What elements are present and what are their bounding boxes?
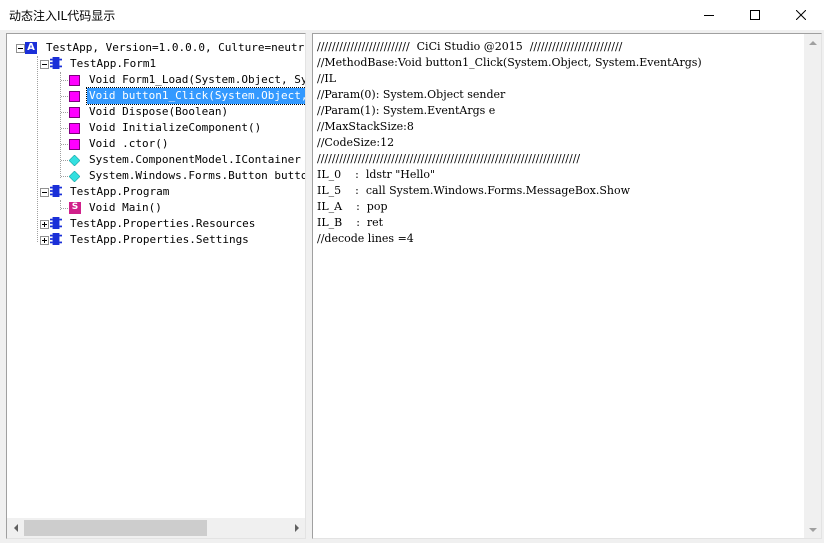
tree-node-label: TestApp, Version=1.0.0.0, Culture=neutra… [46, 41, 305, 54]
method-icon [69, 139, 80, 150]
chevron-right-icon [294, 524, 299, 532]
code-line: IL_A : pop [317, 200, 388, 213]
minimize-button[interactable] [686, 0, 732, 30]
tree-node-label: System.Windows.Forms.Button button1 [89, 169, 305, 182]
code-vertical-scrollbar[interactable] [804, 34, 821, 538]
tree-connector [61, 96, 68, 97]
method-icon [69, 75, 80, 86]
tree-horizontal-scrollbar[interactable] [7, 518, 305, 538]
tree-node-label: Void InitializeComponent() [89, 121, 262, 134]
expand-icon[interactable] [40, 220, 49, 229]
class-icon [50, 233, 62, 245]
tree-node-label: Void Dispose(Boolean) [89, 105, 229, 118]
type-tree-view[interactable]: A TestApp, Version=1.0.0.0, Culture=neutr… [6, 33, 306, 539]
field-icon [69, 155, 80, 166]
collapse-icon[interactable] [40, 188, 49, 197]
code-line: ///////////////////////// CiCi Studio @2… [317, 40, 623, 53]
tree-node-label: Void Form1_Load(System.Object, System. [89, 73, 305, 86]
tree-node[interactable]: Void button1_Click(System.Object, Sys [7, 87, 305, 105]
method-icon [69, 123, 80, 134]
scroll-thumb[interactable] [24, 520, 207, 536]
scroll-up-button[interactable] [804, 34, 821, 51]
tree-node-label: TestApp.Properties.Settings [70, 233, 249, 246]
tree-connector [61, 144, 68, 145]
tree-connector [61, 160, 68, 161]
code-line: //MaxStackSize:8 [317, 120, 414, 133]
class-icon [50, 185, 62, 197]
tree-node[interactable]: Void InitializeComponent() [7, 120, 305, 136]
tree-content: A TestApp, Version=1.0.0.0, Culture=neutr… [7, 34, 305, 518]
tree-node[interactable]: Void .ctor() [7, 136, 305, 152]
expand-icon[interactable] [40, 236, 49, 245]
tree-node-label: TestApp.Properties.Resources [70, 217, 256, 230]
close-button[interactable] [778, 0, 824, 30]
tree-connector [61, 176, 68, 177]
tree-node-label: Void .ctor() [89, 137, 169, 150]
tree-node[interactable]: System.ComponentModel.IContainer com [7, 152, 305, 168]
scroll-down-button[interactable] [804, 521, 821, 538]
tree-node[interactable]: TestApp.Program [7, 184, 305, 200]
tree-node[interactable]: TestApp.Properties.Resources [7, 216, 305, 232]
tree-connector [61, 80, 68, 81]
code-line: //MethodBase:Void button1_Click(System.O… [317, 56, 702, 69]
window-title: 动态注入IL代码显示 [9, 9, 116, 23]
method-icon [69, 91, 80, 102]
tree-node[interactable]: Void Dispose(Boolean) [7, 104, 305, 120]
collapse-icon[interactable] [40, 60, 49, 69]
il-code-text[interactable]: ///////////////////////// CiCi Studio @2… [317, 39, 801, 247]
scroll-right-button[interactable] [288, 518, 305, 538]
maximize-button[interactable] [732, 0, 778, 30]
class-icon [50, 57, 62, 69]
class-icon [50, 217, 62, 229]
tree-node-label: TestApp.Program [70, 185, 170, 198]
static-method-icon: S [69, 202, 81, 214]
code-line: //Param(0): System.Object sender [317, 88, 506, 101]
collapse-icon[interactable] [16, 44, 25, 53]
tree-node-label: System.ComponentModel.IContainer com [89, 153, 305, 166]
code-line: //IL [317, 72, 337, 85]
tree-connector [61, 112, 68, 113]
tree-connector [61, 128, 68, 129]
code-line: //decode lines =4 [317, 232, 414, 245]
code-line: ////////////////////////////////////////… [317, 152, 581, 165]
tree-node-label-selected: Void button1_Click(System.Object, Sys [85, 87, 305, 105]
tree-node[interactable]: System.Windows.Forms.Button button1 [7, 168, 305, 184]
close-icon [796, 10, 806, 20]
maximize-icon [750, 10, 760, 20]
client-area: A TestApp, Version=1.0.0.0, Culture=neutr… [0, 30, 824, 543]
tree-node[interactable]: Void Form1_Load(System.Object, System. [7, 72, 305, 88]
chevron-left-icon [13, 524, 18, 532]
scroll-left-button[interactable] [7, 518, 24, 538]
code-line: IL_0 : ldstr "Hello" [317, 168, 436, 181]
tree-connector [61, 208, 68, 209]
code-line: //Param(1): System.EventArgs e [317, 104, 496, 117]
tree-node-label: Void Main() [89, 201, 162, 214]
tree-node[interactable]: S Void Main() [7, 200, 305, 216]
field-icon [69, 171, 80, 182]
chevron-up-icon [808, 40, 817, 45]
tree-node[interactable]: TestApp.Form1 [7, 56, 305, 72]
title-bar[interactable]: 动态注入IL代码显示 [0, 0, 824, 30]
method-icon [69, 107, 80, 118]
tree-node[interactable]: A TestApp, Version=1.0.0.0, Culture=neutr… [7, 40, 305, 56]
il-code-view[interactable]: ///////////////////////// CiCi Studio @2… [312, 33, 822, 539]
code-line: //CodeSize:12 [317, 136, 395, 149]
tree-node[interactable]: TestApp.Properties.Settings [7, 232, 305, 248]
minimize-icon [704, 15, 714, 16]
assembly-icon: A [25, 42, 37, 54]
tree-node-label: TestApp.Form1 [70, 57, 157, 70]
chevron-down-icon [808, 527, 817, 532]
code-line: IL_5 : call System.Windows.Forms.Message… [317, 184, 630, 197]
code-line: IL_B : ret [317, 216, 384, 229]
